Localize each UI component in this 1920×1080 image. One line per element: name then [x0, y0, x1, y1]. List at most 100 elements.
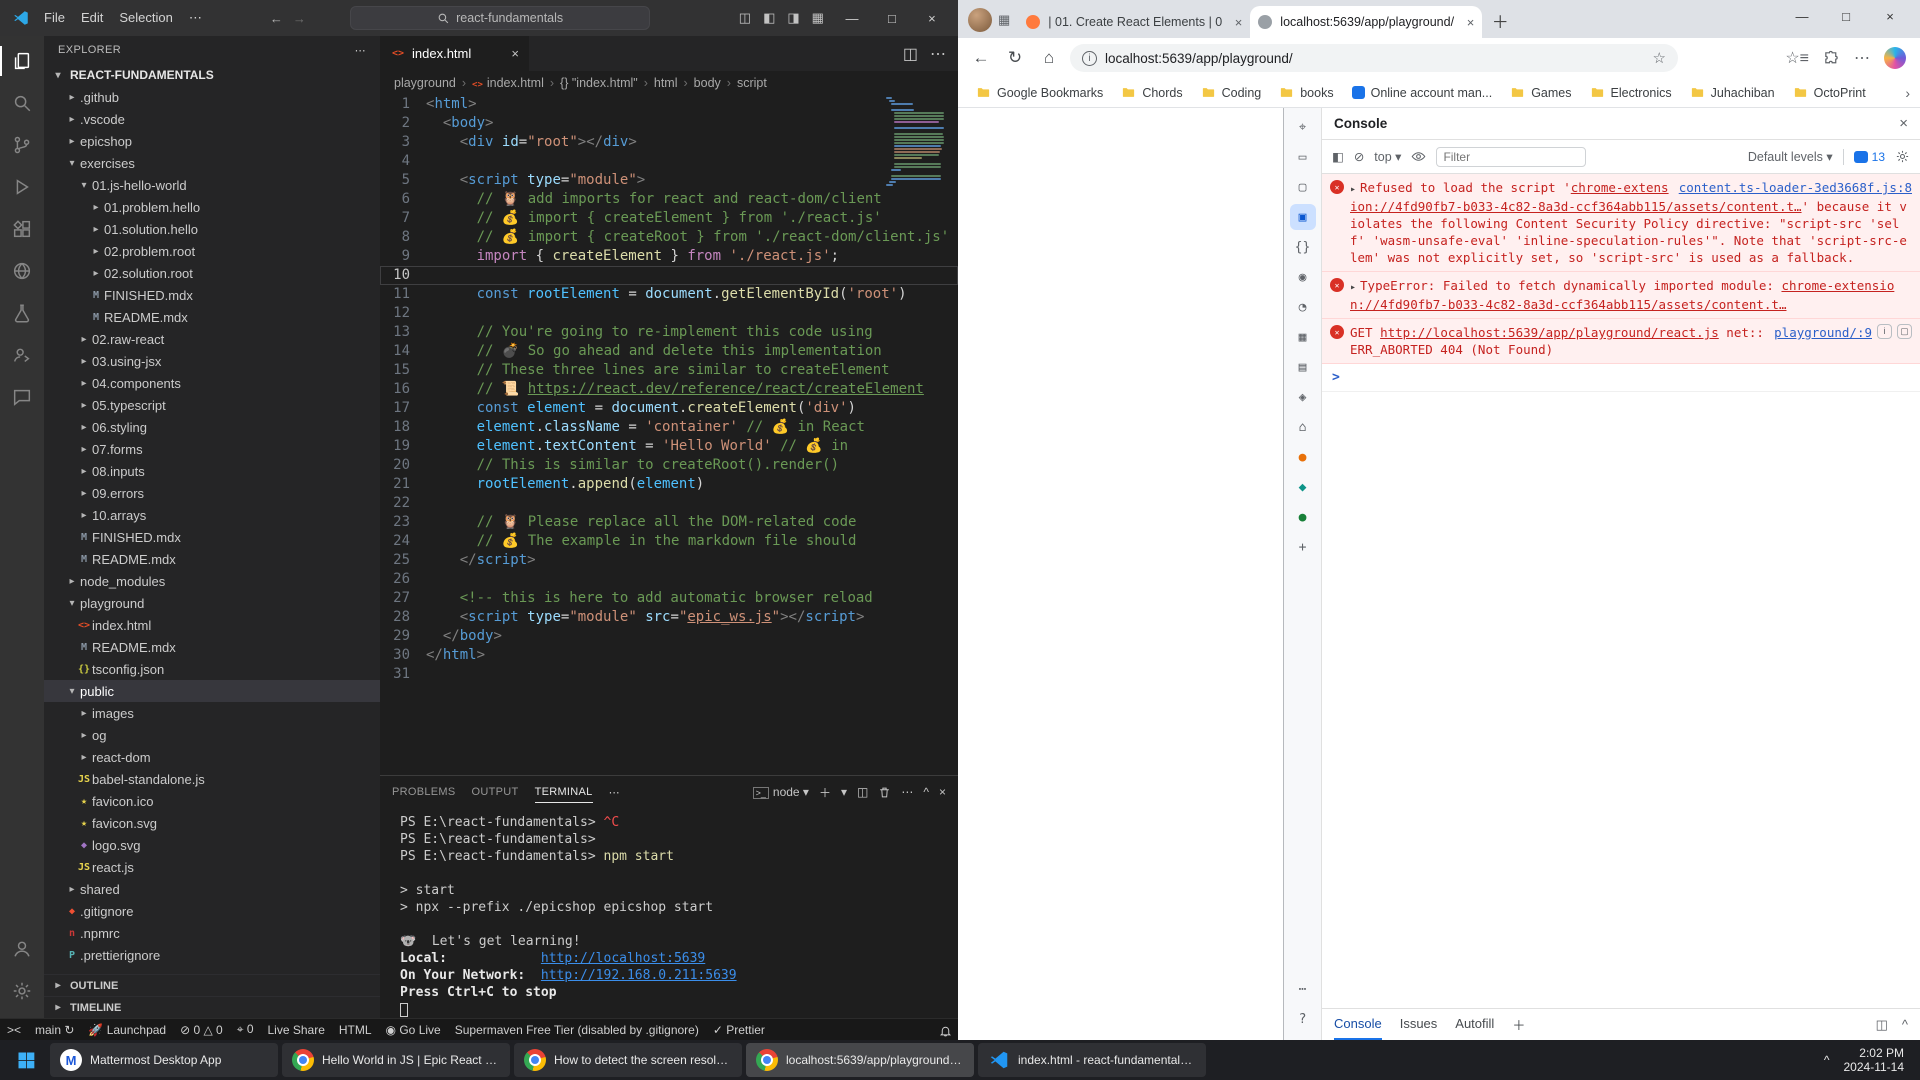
breadcrumb-item[interactable]: html — [654, 76, 678, 90]
source-location-link[interactable]: content.ts-loader-3ed3668f.js:8 — [1679, 179, 1912, 196]
favorites-icon[interactable]: ☆≡ — [1785, 48, 1809, 68]
site-info-icon[interactable]: i — [1082, 51, 1097, 66]
tree-item-finished-mdx[interactable]: MFINISHED.mdx — [44, 526, 380, 548]
tree-item-favicon-svg[interactable]: ★favicon.svg — [44, 812, 380, 834]
status-remote-indicator[interactable]: >< — [0, 1022, 28, 1037]
tree-item-logo-svg[interactable]: ◆logo.svg — [44, 834, 380, 856]
testing-icon[interactable] — [0, 292, 44, 334]
taskbar-mattermost[interactable]: MMattermost Desktop App — [50, 1043, 278, 1077]
tree-item-01-js-hello-world[interactable]: ▾01.js-hello-world — [44, 174, 380, 196]
tree-item-finished-mdx[interactable]: MFINISHED.mdx — [44, 284, 380, 306]
close-button[interactable]: × — [912, 2, 952, 34]
bookmark-chords[interactable]: Chords — [1113, 82, 1190, 103]
status-radio-tower[interactable]: ⌖ 0 — [230, 1022, 261, 1037]
tree-item--npmrc[interactable]: n.npmrc — [44, 922, 380, 944]
explorer-more-icon[interactable]: ⋯ — [355, 44, 366, 57]
bookmark-juhachiban[interactable]: Juhachiban — [1682, 82, 1783, 103]
close-tab-icon[interactable]: × — [1467, 15, 1475, 30]
expand-triangle-icon[interactable]: ▸ — [1350, 282, 1356, 293]
copilot-icon[interactable] — [1884, 47, 1906, 69]
workspace-root-row[interactable]: ▾ REACT-FUNDAMENTALS — [44, 64, 380, 86]
tree-item-02-raw-react[interactable]: ▸02.raw-react — [44, 328, 380, 350]
breadcrumb-item[interactable]: body — [694, 76, 721, 90]
tree-item-exercises[interactable]: ▾exercises — [44, 152, 380, 174]
tree-item-favicon-ico[interactable]: ★favicon.ico — [44, 790, 380, 812]
split-editor-icon[interactable]: ◫ — [903, 44, 918, 64]
search-icon[interactable] — [0, 82, 44, 124]
webpage-content[interactable] — [958, 108, 1283, 1040]
status-supermaven[interactable]: Supermaven Free Tier (disabled by .gitig… — [448, 1022, 706, 1037]
console-prompt[interactable]: > — [1322, 364, 1920, 392]
bookmark-games[interactable]: Games — [1502, 82, 1579, 103]
remote-explorer-icon[interactable] — [0, 250, 44, 292]
browser-tab-1[interactable]: | 01. Create React Elements | 0× — [1018, 6, 1250, 38]
tree-item-10-arrays[interactable]: ▸10.arrays — [44, 504, 380, 526]
command-center[interactable]: react-fundamentals — [350, 6, 650, 30]
explorer-icon[interactable] — [0, 40, 44, 82]
devtools-network-icon[interactable]: ◉ — [1290, 264, 1316, 290]
eye-icon[interactable] — [1411, 149, 1426, 164]
toggle-sidebar-icon[interactable]: ◧ — [763, 10, 775, 26]
menu-[interactable]: ⋯ — [181, 10, 210, 25]
tree-item-readme-mdx[interactable]: MREADME.mdx — [44, 306, 380, 328]
chat-icon[interactable] — [0, 376, 44, 418]
address-bar[interactable]: i localhost:5639/app/playground/ ☆ — [1070, 44, 1678, 72]
tree-item-09-errors[interactable]: ▸09.errors — [44, 482, 380, 504]
tree-item-05-typescript[interactable]: ▸05.typescript — [44, 394, 380, 416]
toggle-panel-icon[interactable]: ◫ — [739, 10, 751, 26]
devtools-console-icon[interactable]: ▣ — [1290, 204, 1316, 230]
status-prettier[interactable]: ✓ Prettier — [706, 1022, 772, 1037]
bookmark-coding[interactable]: Coding — [1193, 82, 1270, 103]
tree-item-01-solution-hello[interactable]: ▸01.solution.hello — [44, 218, 380, 240]
code-editor[interactable]: 1<html>2 <body>3 <div id="root"></div>45… — [380, 95, 958, 775]
breadcrumb-item[interactable]: playground — [394, 76, 456, 90]
customize-layout-icon[interactable]: ◨ — [787, 10, 799, 26]
close-tab-icon[interactable]: × — [511, 46, 519, 61]
new-tab-button[interactable]: ＋ — [1486, 6, 1514, 34]
devtools-cookies-icon[interactable]: ● — [1290, 444, 1316, 470]
log-levels-dropdown[interactable]: Default levels ▾ — [1748, 149, 1833, 164]
info-badge[interactable]: i — [1877, 324, 1892, 339]
tree-item-06-styling[interactable]: ▸06.styling — [44, 416, 380, 438]
tree-item--vscode[interactable]: ▸.vscode — [44, 108, 380, 130]
tree-item--github[interactable]: ▸.github — [44, 86, 380, 108]
maximize-button[interactable]: □ — [1824, 0, 1868, 32]
panel-tab-output[interactable]: OUTPUT — [472, 782, 519, 803]
tree-item-tsconfig-json[interactable]: {}tsconfig.json — [44, 658, 380, 680]
issues-counter[interactable]: 13 — [1854, 150, 1885, 164]
source-control-icon[interactable] — [0, 124, 44, 166]
tree-item-readme-mdx[interactable]: MREADME.mdx — [44, 636, 380, 658]
bookmark-octoprint[interactable]: OctoPrint — [1785, 82, 1874, 103]
devtools-memory-icon[interactable]: ▦ — [1290, 324, 1316, 350]
status-go-live[interactable]: ◉ Go Live — [379, 1022, 448, 1037]
bookmark-google-bookmarks[interactable]: Google Bookmarks — [968, 82, 1111, 103]
tree-item-08-inputs[interactable]: ▸08.inputs — [44, 460, 380, 482]
address-url[interactable]: localhost:5639/app/playground/ — [1105, 51, 1645, 66]
menu-selection[interactable]: Selection — [111, 10, 180, 25]
taskbar-vscode-window[interactable]: index.html - react-fundamentals ... — [978, 1043, 1206, 1077]
run-and-debug-icon[interactable] — [0, 166, 44, 208]
devtools-more-tools-icon[interactable]: ⋯ — [1290, 976, 1316, 1002]
status-launchpad[interactable]: 🚀 Launchpad — [81, 1022, 173, 1037]
back-icon[interactable]: ← — [968, 48, 994, 68]
tree-item-babel-standalone-js[interactable]: JSbabel-standalone.js — [44, 768, 380, 790]
home-icon[interactable]: ⌂ — [1036, 48, 1062, 68]
expand-triangle-icon[interactable]: ▸ — [1350, 184, 1356, 195]
dock-layout-icon[interactable]: ◫ — [1876, 1017, 1888, 1033]
devtools-extension-a-icon[interactable]: ◆ — [1290, 474, 1316, 500]
devtools-application-icon[interactable]: ▤ — [1290, 354, 1316, 380]
profile-avatar[interactable] — [968, 8, 992, 32]
devtools-sources-icon[interactable]: {} — [1290, 234, 1316, 260]
new-terminal-icon[interactable]: ＋ — [819, 784, 831, 801]
section-outline[interactable]: ▸OUTLINE — [44, 974, 380, 996]
menu-edit[interactable]: Edit — [73, 10, 111, 25]
split-terminal-icon[interactable]: ◫ — [857, 785, 868, 799]
status-problems[interactable]: ⊘ 0 △ 0 — [173, 1022, 230, 1037]
devtools-performance-icon[interactable]: ◔ — [1290, 294, 1316, 320]
tree-item-03-using-jsx[interactable]: ▸03.using-jsx — [44, 350, 380, 372]
tree-item-public[interactable]: ▾public — [44, 680, 380, 702]
drawer-tab-autofill[interactable]: Autofill — [1455, 1009, 1494, 1040]
taskbar-browser-window-2[interactable]: How to detect the screen resoluti... — [514, 1043, 742, 1077]
close-panel-icon[interactable]: × — [939, 785, 946, 799]
console-settings-icon[interactable] — [1895, 149, 1910, 164]
